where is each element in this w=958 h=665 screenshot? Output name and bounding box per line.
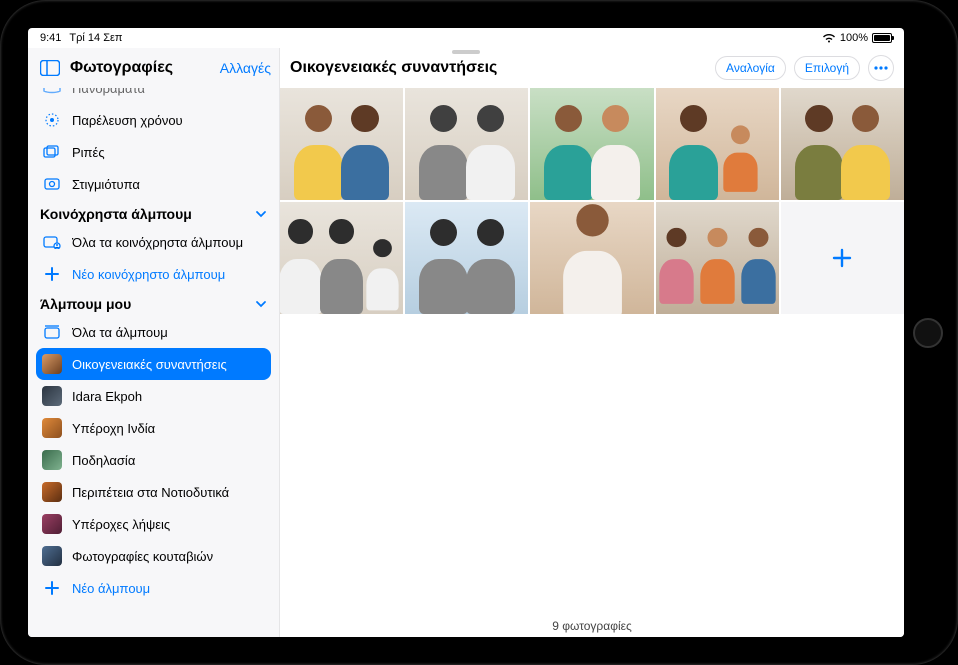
plus-icon [42,264,62,284]
burst-icon [42,142,62,162]
photo-tile[interactable] [656,202,779,314]
section-my-albums[interactable]: Άλμπουμ μου [36,290,271,316]
add-photo-tile[interactable] [781,202,904,314]
album-thumbnail [42,514,62,534]
section-header-label: Κοινόχρηστα άλμπουμ [40,206,192,222]
album-title: Οικογενειακές συναντήσεις [290,59,707,77]
sidebar-item-label: Idara Ekpoh [72,389,142,404]
photo-tile[interactable] [530,88,653,200]
sidebar-icon [40,60,60,76]
sidebar-item-label: Υπέροχες λήψεις [72,517,170,532]
sidebar-item-label: Στιγμιότυπα [72,177,140,192]
chevron-down-icon [255,208,267,220]
sidebar-item-new-album[interactable]: Νέο άλμπουμ [36,572,271,604]
select-button[interactable]: Επιλογή [794,56,860,80]
sidebar-item-label: Νέο άλμπουμ [72,581,150,596]
album-thumbnail [42,546,62,566]
sidebar-item-timelapse[interactable]: Παρέλευση χρόνου [36,104,271,136]
battery-icon [872,33,892,43]
section-header-label: Άλμπουμ μου [40,296,131,312]
sidebar-album-southwest[interactable]: Περιπέτεια στα Νοτιοδυτικά [36,476,271,508]
sidebar-item-panoramas[interactable]: Πανοράματα [36,88,271,104]
ellipsis-icon [874,66,888,70]
sidebar-album-puppies[interactable]: Φωτογραφίες κουταβιών [36,540,271,572]
section-shared-albums[interactable]: Κοινόχρηστα άλμπουμ [36,200,271,226]
sidebar-item-new-shared[interactable]: Νέο κοινόχρηστο άλμπουμ [36,258,271,290]
photo-grid [280,88,904,314]
sidebar-item-all-albums[interactable]: Όλα τα άλμπουμ [36,316,271,348]
sidebar-toggle-button[interactable] [36,56,64,80]
sidebar-item-label: Ριπές [72,145,105,160]
sidebar-item-label: Παρέλευση χρόνου [72,113,183,128]
photo-tile[interactable] [530,202,653,314]
sidebar-item-label: Όλα τα κοινόχρηστα άλμπουμ [72,235,243,250]
screenshot-icon [42,174,62,194]
multitasking-handle[interactable] [452,50,480,54]
sidebar: Φωτογραφίες Αλλαγές Πανοράματα [28,48,280,637]
albums-icon [42,322,62,342]
sidebar-album-family[interactable]: Οικογενειακές συναντήσεις [36,348,271,380]
chevron-down-icon [255,298,267,310]
home-button[interactable] [913,318,943,348]
sidebar-title: Φωτογραφίες [70,59,214,77]
sidebar-item-label: Ποδηλασία [72,453,135,468]
more-button[interactable] [868,55,894,81]
photo-tile[interactable] [656,88,779,200]
photo-count-label: 9 φωτογραφίες [280,613,904,637]
status-time: 9:41 [40,32,61,44]
sidebar-item-label: Υπέροχη Ινδία [72,421,155,436]
photo-tile[interactable] [781,88,904,200]
sidebar-item-screenshots[interactable]: Στιγμιότυπα [36,168,271,200]
sidebar-item-label: Φωτογραφίες κουταβιών [72,549,213,564]
album-thumbnail [42,482,62,502]
sidebar-album-idara[interactable]: Idara Ekpoh [36,380,271,412]
sidebar-item-bursts[interactable]: Ριπές [36,136,271,168]
album-thumbnail [42,386,62,406]
wifi-icon [822,33,836,43]
sidebar-item-label: Νέο κοινόχρηστο άλμπουμ [72,267,225,282]
battery-pct: 100% [840,32,868,44]
sidebar-item-label: Περιπέτεια στα Νοτιοδυτικά [72,485,229,500]
sidebar-item-label: Οικογενειακές συναντήσεις [72,357,227,372]
sidebar-item-label: Πανοράματα [72,88,145,96]
shared-album-icon [42,232,62,252]
sidebar-edit-button[interactable]: Αλλαγές [220,60,271,76]
photo-tile[interactable] [280,202,403,314]
photo-tile[interactable] [405,88,528,200]
sidebar-item-label: Όλα τα άλμπουμ [72,325,168,340]
album-thumbnail [42,450,62,470]
plus-icon [831,247,853,269]
timelapse-icon [42,110,62,130]
sidebar-album-cycling[interactable]: Ποδηλασία [36,444,271,476]
plus-icon [42,578,62,598]
sidebar-item-all-shared[interactable]: Όλα τα κοινόχρηστα άλμπουμ [36,226,271,258]
album-thumbnail [42,418,62,438]
photo-tile[interactable] [405,202,528,314]
main-content: Οικογενειακές συναντήσεις Αναλογία Επιλο… [280,48,904,637]
sidebar-album-india[interactable]: Υπέροχη Ινδία [36,412,271,444]
album-thumbnail [42,354,62,374]
status-bar: 9:41 Τρί 14 Σεπ 100% [28,28,904,48]
panorama-icon [42,88,62,98]
sidebar-album-great-shots[interactable]: Υπέροχες λήψεις [36,508,271,540]
photo-tile[interactable] [280,88,403,200]
aspect-button[interactable]: Αναλογία [715,56,786,80]
status-date: Τρί 14 Σεπ [69,32,122,44]
